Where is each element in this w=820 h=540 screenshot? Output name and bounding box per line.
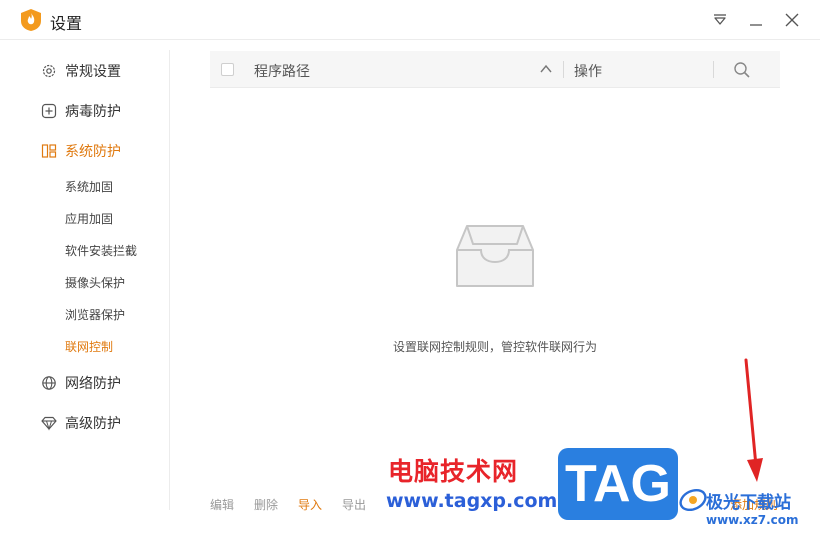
column-header-action: 操作	[574, 64, 602, 80]
search-icon[interactable]	[733, 61, 751, 79]
sidebar-item-label: 常规设置	[65, 64, 121, 80]
app-logo-icon	[21, 9, 41, 31]
sidebar-item-network-protection[interactable]: 网络防护	[41, 371, 121, 395]
red-arrow-annotation	[744, 358, 763, 482]
sidebar-item-label: 高级防护	[65, 416, 121, 432]
menu-button[interactable]	[708, 8, 732, 32]
subitem-system-hardening[interactable]: 系统加固	[65, 178, 113, 195]
subitem-browser-protection[interactable]: 浏览器保护	[65, 306, 125, 323]
sidebar-item-label: 网络防护	[65, 376, 121, 392]
sidebar-item-virus-protection[interactable]: 病毒防护	[41, 99, 121, 123]
plus-box-icon	[41, 103, 57, 119]
table-header: 程序路径 操作	[210, 51, 780, 88]
subitem-camera-protection[interactable]: 摄像头保护	[65, 274, 125, 291]
globe-icon	[41, 375, 57, 391]
select-all-checkbox[interactable]	[221, 63, 234, 76]
minimize-button[interactable]	[744, 8, 768, 32]
diamond-icon	[41, 415, 57, 431]
import-button[interactable]: 导入	[298, 496, 322, 513]
watermark-site-name: 电脑技术网	[388, 457, 519, 486]
system-protect-icon	[41, 143, 57, 159]
empty-state-message: 设置联网控制规则，管控软件联网行为	[392, 340, 597, 354]
watermark-url: www.tagxp.com	[386, 490, 558, 512]
sidebar-item-label: 系统防护	[65, 144, 121, 160]
column-separator	[563, 61, 564, 78]
sidebar-item-general[interactable]: 常规设置	[41, 59, 121, 83]
empty-tray-icon	[456, 225, 534, 287]
subitem-app-hardening[interactable]: 应用加固	[65, 210, 113, 227]
column-separator	[713, 61, 714, 78]
subitem-network-control[interactable]: 联网控制	[65, 338, 113, 355]
column-header-path[interactable]: 程序路径	[254, 61, 310, 81]
watermark-download-url: www.xz7.com	[706, 513, 799, 527]
sidebar-divider	[169, 50, 170, 510]
sidebar-item-system-protection[interactable]: 系统防护	[41, 139, 121, 163]
window-title: 设置	[50, 14, 83, 33]
gear-icon	[41, 63, 57, 79]
aurora-logo-icon	[679, 488, 707, 512]
close-icon	[785, 13, 799, 27]
watermark-tag-logo: TAG	[558, 448, 678, 520]
dropdown-menu-icon	[714, 14, 726, 25]
minimize-icon	[750, 24, 762, 26]
close-button[interactable]	[780, 8, 804, 32]
sidebar-item-label: 病毒防护	[65, 104, 121, 120]
sort-ascending-icon[interactable]	[540, 64, 552, 74]
delete-button[interactable]: 删除	[254, 496, 278, 513]
title-bar: 设置	[0, 0, 820, 40]
sidebar-item-advanced-protection[interactable]: 高级防护	[41, 411, 121, 435]
edit-button[interactable]: 编辑	[210, 496, 234, 513]
export-button[interactable]: 导出	[342, 496, 366, 513]
subitem-install-block[interactable]: 软件安装拦截	[65, 242, 137, 259]
watermark-download-site: 极光下载站	[706, 493, 791, 513]
